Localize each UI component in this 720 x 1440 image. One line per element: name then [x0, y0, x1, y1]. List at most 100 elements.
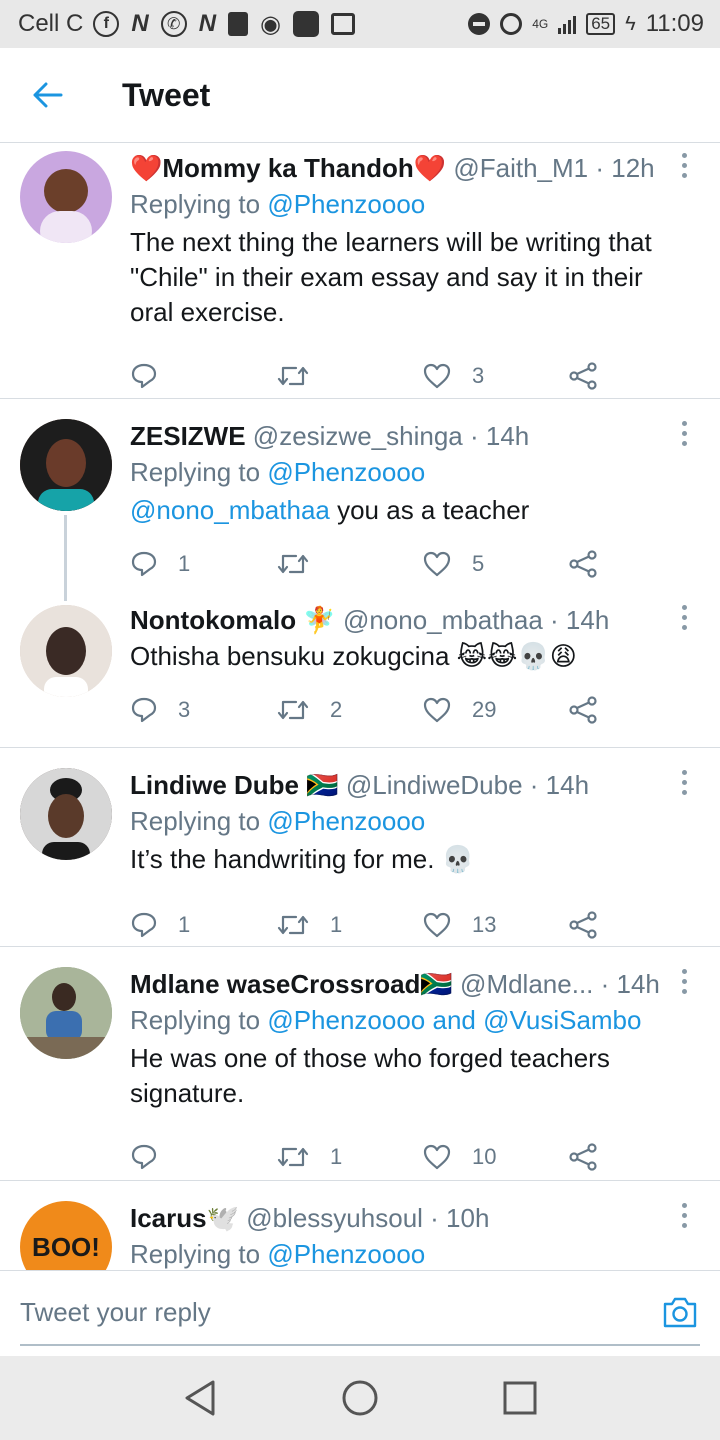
timestamp: · 14h [529, 770, 590, 800]
handle: @Mdlane... [460, 969, 594, 999]
timestamp: · 14h [600, 969, 660, 999]
app-header: Tweet [0, 48, 720, 143]
more-options-icon[interactable] [674, 770, 694, 795]
reply-to-link[interactable]: @Phenzoooo and @VusiSambo [267, 1005, 641, 1035]
handle: @blessyuhsoul [246, 1203, 423, 1233]
image-icon [330, 13, 355, 35]
reply-to-link[interactable]: @Phenzoooo [267, 806, 425, 836]
heart-icon [423, 363, 451, 389]
like-button[interactable]: 5 [422, 550, 568, 578]
like-count: 5 [472, 551, 485, 576]
retweet-icon [277, 915, 309, 935]
timestamp: · 12h [595, 153, 655, 183]
replying-to: Replying to @Phenzoooo and @VusiSambo [130, 1005, 642, 1035]
retweet-icon [277, 554, 309, 574]
tweet[interactable]: BOO! Icarus🕊️ @blessyuhsoul · 10h Replyi… [0, 1181, 720, 1270]
like-count: 3 [472, 363, 485, 388]
avatar-text: BOO! [32, 1231, 100, 1262]
tweet[interactable]: ZESIZWE @zesizwe_shinga · 14h Replying t… [0, 399, 720, 601]
battery-icon: 65 [586, 13, 616, 35]
app-icon [292, 11, 319, 37]
avatar[interactable] [20, 768, 112, 860]
like-button[interactable]: 3 [422, 362, 568, 390]
tweet-text: @nono_mbathaa you as a teacher [130, 495, 530, 525]
signal-icon [558, 14, 577, 34]
display-name[interactable]: Nontokomalo 🧚 [130, 605, 336, 635]
avatar[interactable] [20, 419, 112, 511]
avatar[interactable] [20, 967, 112, 1059]
retweet-button[interactable] [276, 551, 422, 577]
nav-recents-button[interactable] [490, 1368, 550, 1428]
like-button[interactable]: 29 [422, 696, 568, 724]
tweet[interactable]: ❤️Mommy ka Thandoh❤️ @Faith_M1 · 12h Rep… [0, 143, 720, 399]
share-icon [569, 550, 597, 578]
nav-home-button[interactable] [330, 1368, 390, 1428]
back-button[interactable] [0, 48, 96, 143]
network-type: 4G [532, 17, 549, 31]
replying-to: Replying to @Phenzoooo [130, 457, 426, 487]
share-button[interactable] [568, 911, 618, 939]
reply-button[interactable]: 3 [130, 696, 276, 724]
retweet-button[interactable] [276, 363, 422, 389]
more-options-icon[interactable] [674, 153, 694, 178]
more-options-icon[interactable] [674, 421, 694, 446]
more-options-icon[interactable] [674, 1203, 694, 1228]
reply-button[interactable]: 1 [130, 550, 276, 578]
sdcard-icon [228, 12, 249, 36]
page-title: Tweet [122, 76, 211, 113]
display-name[interactable]: Lindiwe Dube 🇿🇦 [130, 770, 339, 800]
retweet-count: 1 [330, 912, 343, 937]
share-button[interactable] [568, 696, 618, 724]
like-count: 10 [472, 1144, 497, 1169]
reply-to-link[interactable]: @Phenzoooo [267, 457, 425, 487]
retweet-count: 1 [330, 1144, 343, 1169]
display-name[interactable]: ZESIZWE [130, 421, 246, 451]
tweet[interactable]: Lindiwe Dube 🇿🇦 @LindiweDube · 14h Reply… [0, 748, 720, 947]
retweet-icon [277, 366, 309, 386]
system-nav-bar [0, 1356, 720, 1440]
more-options-icon[interactable] [674, 969, 694, 994]
heart-icon [423, 697, 451, 723]
clock: 11:09 [645, 10, 704, 37]
camera-button[interactable] [662, 1295, 698, 1334]
more-options-icon[interactable] [674, 605, 694, 630]
tweet[interactable]: Mdlane waseCrossroad🇿🇦 @Mdlane... · 14h … [0, 947, 720, 1181]
reply-to-link[interactable]: @Phenzoooo [267, 189, 425, 219]
handle: @nono_mbathaa [342, 605, 543, 635]
tweet-text: The next thing the learners will be writ… [130, 227, 652, 327]
camera-icon [663, 1297, 697, 1328]
reply-button[interactable]: 1 [130, 911, 276, 939]
reply-button[interactable] [130, 362, 276, 390]
nav-back-button[interactable] [170, 1368, 230, 1428]
reply-to-link[interactable]: @Phenzoooo [267, 1239, 425, 1269]
reply-input[interactable]: Tweet your reply [20, 1297, 211, 1328]
heart-icon [423, 551, 451, 577]
share-button[interactable] [568, 1143, 618, 1171]
share-icon [569, 696, 597, 724]
avatar[interactable]: BOO! [20, 1201, 112, 1270]
mention-link[interactable]: @nono_mbathaa [130, 495, 330, 525]
timestamp: · 14h [550, 605, 610, 635]
replying-to: Replying to @Phenzoooo [130, 1239, 426, 1269]
reply-composer: Tweet your reply [0, 1270, 720, 1356]
avatar[interactable] [20, 605, 112, 697]
like-button[interactable]: 10 [422, 1143, 568, 1171]
handle: @zesizwe_shinga [252, 421, 463, 451]
avatar[interactable] [20, 151, 112, 243]
display-name[interactable]: Mdlane waseCrossroad🇿🇦 [130, 969, 453, 999]
reply-button[interactable] [130, 1143, 276, 1171]
retweet-button[interactable]: 1 [276, 1144, 422, 1170]
record-icon: ◉ [260, 10, 281, 38]
retweet-count: 2 [330, 697, 343, 722]
whatsapp-icon: ✆ [160, 11, 187, 37]
retweet-button[interactable]: 1 [276, 912, 422, 938]
share-button[interactable] [568, 362, 618, 390]
display-name[interactable]: ❤️Mommy ka Thandoh❤️ [130, 153, 446, 183]
facebook-icon: f [93, 11, 120, 37]
retweet-button[interactable]: 2 [276, 697, 422, 723]
input-underline [20, 1344, 700, 1346]
display-name[interactable]: Icarus🕊️ [130, 1203, 239, 1233]
like-button[interactable]: 13 [422, 911, 568, 939]
tweet[interactable]: Nontokomalo 🧚 @nono_mbathaa · 14h Othish… [0, 593, 720, 748]
share-button[interactable] [568, 550, 618, 578]
